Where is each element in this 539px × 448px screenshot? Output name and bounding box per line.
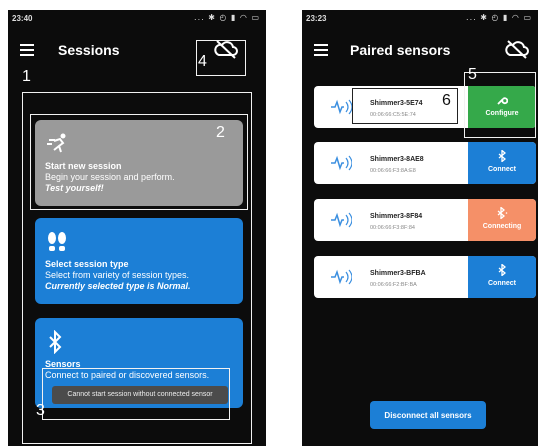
annotation-number-6: 6 [442, 92, 451, 109]
annotation-number-4: 4 [198, 53, 207, 70]
session-type-title: Select session type [45, 259, 129, 269]
bluetooth-icon [498, 150, 507, 162]
annotation-number-5: 5 [468, 66, 477, 83]
annotation-number-2: 2 [216, 124, 225, 141]
sensor-name: Shimmer3-8AE8 [370, 156, 424, 163]
sensor-wave-icon [331, 155, 352, 171]
status-time: 23:23 [306, 14, 327, 23]
connect-button[interactable]: Connect [468, 142, 536, 184]
annotation-number-3: 3 [36, 402, 45, 419]
sensor-row[interactable]: Shimmer3-8F84 00:06:66:F3:8F:84 Connecti… [314, 199, 536, 241]
status-bar: 23:23 ... ✱ ◴ ▮ ◠ ▭ [302, 10, 538, 26]
bluetooth-searching-icon [497, 207, 508, 219]
session-type-note: Currently selected type is Normal. [45, 281, 191, 291]
sensor-mac: 00:06:66:F3:8F:84 [370, 225, 415, 231]
bluetooth-icon [49, 329, 62, 355]
connect-button[interactable]: Connect [468, 256, 536, 298]
sensor-row[interactable]: Shimmer3-BFBA 00:06:66:F2:BF:BA Connect [314, 256, 536, 298]
app-bar: Paired sensors [302, 32, 538, 68]
menu-icon[interactable] [314, 44, 328, 56]
connecting-button[interactable]: Connecting [468, 199, 536, 241]
page-title: Sessions [58, 42, 120, 58]
status-time: 23:40 [12, 14, 33, 23]
select-session-type-card[interactable]: Select session type Select from variety … [35, 218, 243, 304]
sensor-row[interactable]: Shimmer3-8AE8 00:06:66:F3:8A:E8 Connect [314, 142, 536, 184]
sensor-mac: 00:06:66:F3:8A:E8 [370, 168, 416, 174]
sensor-mac: 00:06:66:F2:BF:BA [370, 282, 417, 288]
status-icons: ... ✱ ◴ ▮ ◠ ▭ [466, 13, 532, 22]
paired-sensors-screen: 23:23 ... ✱ ◴ ▮ ◠ ▭ Paired sensors Shimm… [302, 10, 538, 446]
sensor-wave-icon [331, 269, 352, 285]
status-icons: ... ✱ ◴ ▮ ◠ ▭ [194, 13, 260, 22]
sensor-name: Shimmer3-8F84 [370, 213, 423, 220]
sensor-wave-icon [331, 99, 352, 115]
disconnect-all-button[interactable]: Disconnect all sensors [370, 401, 486, 429]
status-bar: 23:40 ... ✱ ◴ ▮ ◠ ▭ [8, 10, 266, 26]
annotation-box-3 [42, 368, 230, 420]
cloud-off-icon[interactable] [504, 38, 530, 60]
bluetooth-icon [498, 264, 507, 276]
sensor-name: Shimmer3-BFBA [370, 270, 426, 277]
footprints-icon [48, 232, 66, 251]
menu-icon[interactable] [20, 44, 34, 56]
page-title: Paired sensors [350, 42, 451, 58]
sessions-screen: 23:40 ... ✱ ◴ ▮ ◠ ▭ Sessions 4 1 Start n… [8, 10, 266, 446]
annotation-number-1: 1 [22, 68, 31, 85]
session-type-desc: Select from variety of session types. [45, 270, 190, 280]
sensor-wave-icon [331, 212, 352, 228]
